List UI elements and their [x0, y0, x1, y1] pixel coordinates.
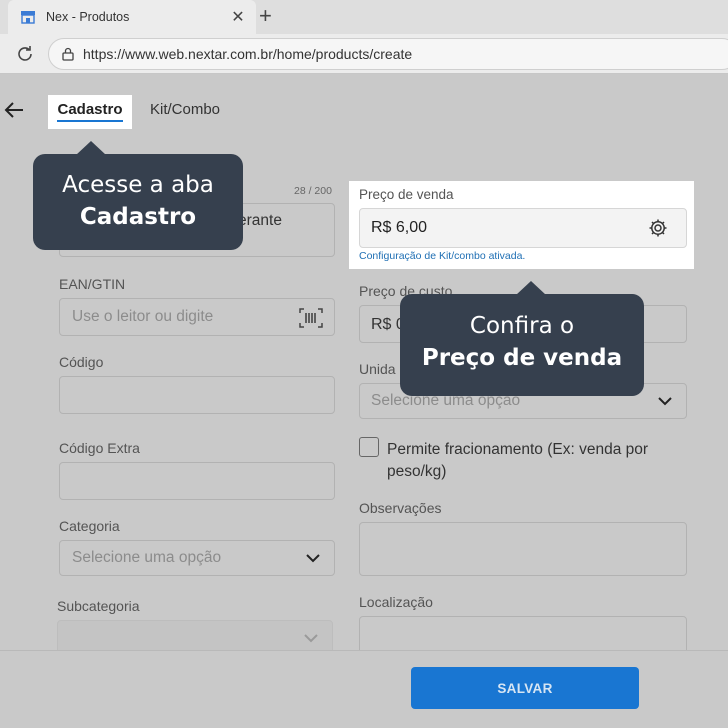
tooltip-preco-line2: Preço de venda: [421, 345, 623, 371]
localizacao-label: Localização: [359, 594, 433, 610]
form-footer: SALVAR: [0, 650, 728, 728]
tab-kit-combo[interactable]: Kit/Combo: [150, 101, 220, 118]
codigo-extra-label: Código Extra: [59, 440, 140, 456]
tooltip-cadastro: Acesse a aba Cadastro: [33, 154, 243, 250]
codigo-label: Código: [59, 354, 104, 370]
observacoes-label: Observações: [359, 500, 442, 516]
fracionamento-label[interactable]: Permite fracionamento (Ex: venda por pes…: [387, 439, 687, 483]
back-arrow-icon[interactable]: [4, 101, 24, 119]
preco-venda-value: R$ 6,00: [371, 219, 428, 236]
lock-icon: [62, 47, 74, 61]
tooltip-cadastro-arrow: [76, 141, 106, 155]
tooltip-preco: Confira o Preço de venda: [400, 294, 644, 396]
close-icon[interactable]: ✕: [230, 7, 246, 27]
product-name-value: erante: [238, 212, 282, 229]
name-char-counter: 28 / 200: [294, 185, 332, 197]
categoria-placeholder: Selecione uma opção: [72, 549, 222, 566]
preco-venda-note: Configuração de Kit/combo ativada.: [359, 250, 526, 262]
ean-label: EAN/GTIN: [59, 276, 126, 292]
observacoes-input[interactable]: [359, 522, 687, 576]
codigo-extra-input[interactable]: [59, 462, 335, 500]
tooltip-preco-arrow: [516, 281, 546, 295]
url-field[interactable]: https://www.web.nextar.com.br/home/produ…: [48, 38, 728, 70]
preco-venda-input[interactable]: R$ 6,00: [359, 208, 687, 248]
categoria-label: Categoria: [59, 518, 120, 534]
save-button[interactable]: SALVAR: [411, 667, 639, 709]
ean-input[interactable]: Use o leitor ou digite: [59, 298, 335, 336]
tab-cadastro-label: Cadastro: [57, 101, 123, 122]
gear-icon[interactable]: [648, 218, 668, 238]
subcategoria-label: Subcategoria: [57, 598, 140, 614]
address-bar: https://www.web.nextar.com.br/home/produ…: [0, 34, 728, 74]
browser-tab-title: Nex - Produtos: [46, 10, 130, 24]
reload-icon[interactable]: [15, 44, 35, 64]
browser-tab-bar: Nex - Produtos ✕ +: [0, 0, 728, 34]
barcode-scan-icon[interactable]: [299, 307, 323, 329]
tooltip-cadastro-line2: Cadastro: [79, 204, 197, 230]
chevron-down-icon: [304, 634, 318, 643]
fracionamento-checkbox[interactable]: [359, 437, 379, 457]
preco-venda-label: Preço de venda: [359, 187, 454, 202]
tooltip-preco-line1: Confira o: [469, 313, 575, 339]
url-text: https://www.web.nextar.com.br/home/produ…: [83, 46, 413, 62]
chevron-down-icon: [658, 397, 672, 406]
store-icon: [21, 11, 35, 24]
codigo-input[interactable]: [59, 376, 335, 414]
tab-cadastro[interactable]: Cadastro: [48, 95, 132, 129]
new-tab-icon[interactable]: +: [259, 3, 272, 29]
tooltip-cadastro-line1: Acesse a aba: [62, 172, 214, 198]
categoria-select[interactable]: Selecione uma opção: [59, 540, 335, 576]
chevron-down-icon: [306, 554, 320, 563]
preco-venda-highlight: Preço de venda R$ 6,00 Configuração de K…: [349, 181, 694, 269]
browser-tab[interactable]: Nex - Produtos ✕: [8, 0, 256, 34]
unidade-label: Unida: [359, 361, 396, 377]
ean-placeholder: Use o leitor ou digite: [72, 308, 214, 325]
